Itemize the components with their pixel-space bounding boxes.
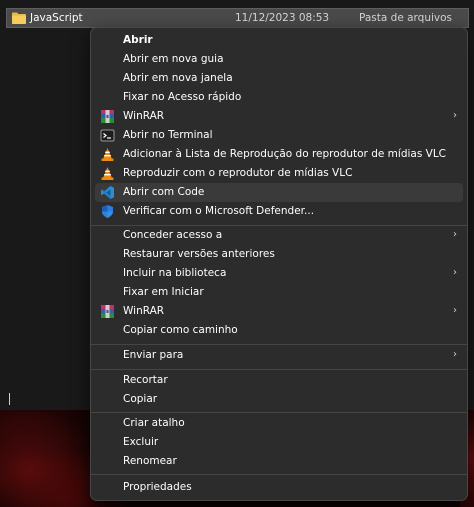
menu-item-winrar-2[interactable]: WinRAR › (95, 302, 463, 321)
menu-item-label: Verificar com o Microsoft Defender... (123, 205, 315, 217)
menu-item-give-access[interactable]: Conceder acesso a › (95, 226, 463, 245)
menu-item-pin-quick-access[interactable]: Fixar no Acesso rápido (95, 88, 463, 107)
text-cursor (9, 393, 10, 405)
winrar-icon (101, 305, 114, 318)
menu-item-label: Renomear (123, 455, 177, 467)
menu-item-vlc-play[interactable]: Reproduzir com o reprodutor de mídias VL… (95, 164, 463, 183)
menu-item-create-shortcut[interactable]: Criar atalho (95, 414, 463, 433)
chevron-right-icon: › (453, 267, 457, 278)
menu-item-label: Abrir no Terminal (123, 129, 213, 141)
menu-item-label: Criar atalho (123, 417, 185, 429)
menu-item-open-terminal[interactable]: Abrir no Terminal (95, 126, 463, 145)
menu-item-label: WinRAR (123, 110, 165, 122)
menu-item-cut[interactable]: Recortar (95, 371, 463, 390)
menu-item-include-library[interactable]: Incluir na biblioteca › (95, 264, 463, 283)
menu-item-label: Fixar no Acesso rápido (123, 91, 242, 103)
chevron-right-icon: › (453, 305, 457, 316)
menu-item-label: Abrir em nova guia (123, 53, 224, 65)
menu-item-open-with-code[interactable]: Abrir com Code (95, 183, 463, 202)
menu-item-label: Adicionar à Lista de Reprodução do repro… (123, 148, 447, 160)
menu-item-winrar[interactable]: WinRAR › (95, 107, 463, 126)
menu-item-scan-defender[interactable]: Verificar com o Microsoft Defender... (95, 202, 463, 221)
menu-separator (91, 369, 467, 370)
terminal-icon (100, 129, 115, 142)
menu-item-copy-path[interactable]: Copiar como caminho (95, 321, 463, 340)
menu-item-label: Incluir na biblioteca (123, 267, 227, 279)
file-type: Pasta de arquivos (359, 12, 453, 24)
menu-separator (91, 412, 467, 413)
menu-item-label: Propriedades (123, 481, 192, 493)
winrar-icon (101, 110, 114, 123)
menu-item-label: Abrir em nova janela (123, 72, 233, 84)
menu-item-label: Restaurar versões anteriores (123, 248, 275, 260)
defender-shield-icon (102, 205, 113, 218)
menu-item-label: Reproduzir com o reprodutor de mídias VL… (123, 167, 353, 179)
menu-item-properties[interactable]: Propriedades (95, 478, 463, 497)
vlc-icon (101, 148, 114, 161)
menu-item-restore-versions[interactable]: Restaurar versões anteriores (95, 245, 463, 264)
menu-item-label: Fixar em Iniciar (123, 286, 204, 298)
menu-item-send-to[interactable]: Enviar para › (95, 346, 463, 365)
menu-separator (91, 474, 467, 475)
folder-icon (12, 12, 26, 24)
menu-item-pin-start[interactable]: Fixar em Iniciar (95, 283, 463, 302)
menu-item-vlc-add-playlist[interactable]: Adicionar à Lista de Reprodução do repro… (95, 145, 463, 164)
menu-item-open-new-window[interactable]: Abrir em nova janela (95, 69, 463, 88)
menu-separator (91, 344, 467, 345)
menu-item-label: Conceder acesso a (123, 229, 223, 241)
menu-item-label: Enviar para (123, 349, 184, 361)
menu-item-label: Abrir com Code (123, 186, 205, 198)
menu-item-rename[interactable]: Renomear (95, 452, 463, 471)
menu-item-label: Copiar como caminho (123, 324, 238, 336)
menu-item-label: WinRAR (123, 305, 165, 317)
vlc-icon (101, 167, 114, 180)
context-menu: Abrir Abrir em nova guia Abrir em nova j… (90, 27, 468, 501)
menu-item-label: Recortar (123, 374, 168, 386)
chevron-right-icon: › (453, 349, 457, 360)
chevron-right-icon: › (453, 110, 457, 121)
file-row-javascript[interactable]: JavaScript 11/12/2023 08:53 Pasta de arq… (6, 8, 469, 28)
menu-item-delete[interactable]: Excluir (95, 433, 463, 452)
vscode-icon (101, 186, 114, 199)
chevron-right-icon: › (453, 229, 457, 240)
menu-item-open-new-tab[interactable]: Abrir em nova guia (95, 50, 463, 69)
menu-item-copy[interactable]: Copiar (95, 390, 463, 409)
menu-item-label: Copiar (123, 393, 158, 405)
menu-item-open[interactable]: Abrir (95, 31, 463, 50)
menu-item-label: Excluir (123, 436, 159, 448)
menu-item-label: Abrir (123, 34, 153, 46)
file-name: JavaScript (30, 12, 83, 24)
file-date: 11/12/2023 08:53 (235, 12, 330, 24)
